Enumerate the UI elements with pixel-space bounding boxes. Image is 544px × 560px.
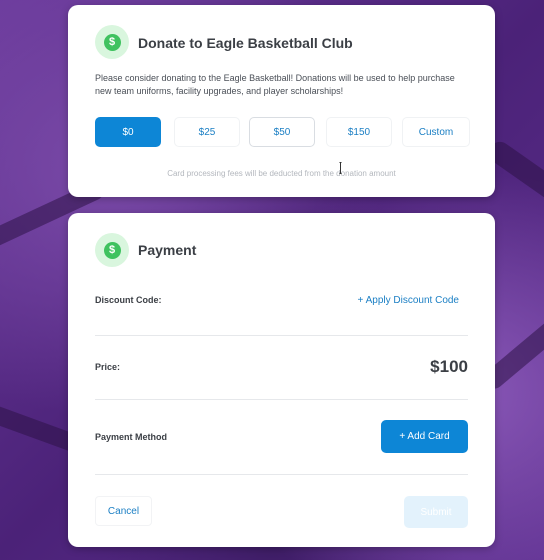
payment-card: $ Payment Discount Code: + Apply Discoun… — [68, 213, 495, 547]
donate-description: Please consider donating to the Eagle Ba… — [95, 73, 455, 96]
amount-button-150[interactable]: $150 — [326, 117, 392, 147]
discount-code-label: Discount Code: — [95, 295, 162, 305]
price-label: Price: — [95, 362, 121, 372]
price-value: $100 — [430, 357, 468, 376]
amount-button-custom[interactable]: Custom — [402, 117, 470, 147]
payment-title: Payment — [138, 242, 197, 258]
divider — [95, 474, 468, 475]
amount-button-25[interactable]: $25 — [174, 117, 240, 147]
submit-button[interactable]: Submit — [404, 496, 468, 528]
amount-button-50[interactable]: $50 — [249, 117, 315, 147]
add-card-button[interactable]: + Add Card — [381, 420, 468, 453]
cancel-button[interactable]: Cancel — [95, 496, 152, 526]
text-cursor-icon — [339, 162, 342, 174]
apply-discount-link[interactable]: + Apply Discount Code — [358, 295, 459, 306]
donate-title: Donate to Eagle Basketball Club — [138, 35, 353, 51]
divider — [95, 399, 468, 400]
dollar-icon: $ — [103, 33, 121, 51]
donate-card: $ Donate to Eagle Basketball Club Please… — [68, 5, 495, 197]
divider — [95, 335, 468, 336]
fee-note: Card processing fees will be deducted fr… — [167, 169, 396, 178]
dollar-icon: $ — [103, 241, 121, 259]
payment-method-label: Payment Method — [95, 432, 168, 442]
dollar-badge: $ — [95, 25, 129, 59]
amount-button-0[interactable]: $0 — [95, 117, 161, 147]
payment-badge: $ — [95, 233, 129, 267]
